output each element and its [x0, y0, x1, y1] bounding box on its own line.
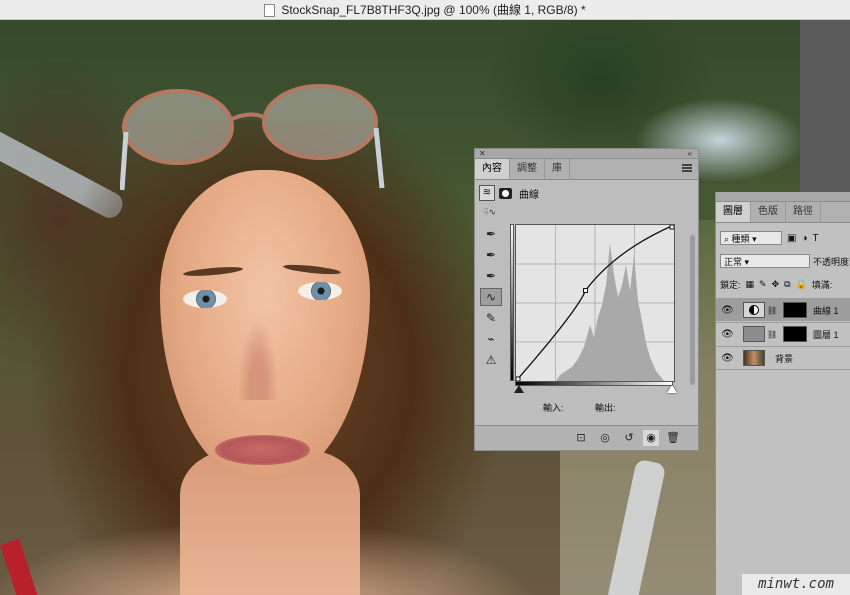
layer-filter-row: ⌕ 種類 ▾ ▣ ◑ T: [720, 230, 819, 246]
gray-point-eyedropper-icon[interactable]: ✒: [480, 246, 502, 264]
collapse-panel-icon[interactable]: «: [688, 149, 692, 158]
lips: [215, 435, 310, 465]
layer-thumbnail[interactable]: [743, 326, 765, 342]
toggle-visibility-icon[interactable]: ◉: [643, 430, 659, 446]
blend-mode-select[interactable]: 正常 ▾: [720, 254, 810, 268]
properties-scrollbar[interactable]: [690, 235, 695, 385]
targeted-adjust-icon[interactable]: ☟∿: [483, 207, 496, 218]
input-gradient: [515, 381, 673, 386]
pencil-draw-icon[interactable]: ✎: [480, 309, 502, 327]
eye-icon[interactable]: 👁: [721, 329, 735, 340]
input-label: 輸入:: [543, 403, 564, 413]
window-title: StockSnap_FL7B8THF3Q.jpg @ 100% (曲線 1, R…: [281, 3, 586, 17]
eye-icon[interactable]: 👁: [721, 353, 735, 364]
tab-paths[interactable]: 路徑: [786, 202, 821, 222]
layer-row-curves[interactable]: 👁 ⛓ 曲線 1: [716, 298, 850, 321]
right-eye: [298, 282, 342, 300]
properties-panel-strip: ✕ «: [475, 149, 698, 159]
edit-points-curve-icon[interactable]: ∿: [480, 288, 502, 306]
blend-mode-value: 正常: [724, 257, 743, 267]
layer-name: 圖層 1: [813, 329, 839, 340]
lock-artboard-icon[interactable]: ⧉: [784, 279, 790, 290]
curves-tools: ✒ ✒ ✒ ∿ ✎ ⌁ ⚠: [480, 225, 506, 372]
layer-row-layer1[interactable]: 👁 ⛓ 圖層 1: [716, 322, 850, 345]
type-filter-icon[interactable]: T: [813, 233, 819, 244]
white-point-slider[interactable]: [667, 385, 677, 393]
pixel-filter-icon[interactable]: ▣: [787, 233, 796, 244]
document-icon: [264, 4, 276, 17]
adjustment-filter-icon[interactable]: ◑: [801, 233, 807, 244]
curve-control-point[interactable]: [583, 288, 589, 294]
mask-thumbnail[interactable]: [783, 302, 807, 318]
layers-panel: 圖層 色版 路徑 ⌕ 種類 ▾ ▣ ◑ T 正常 ▾ 不透明度: 鎖定: ▦ ✎…: [715, 192, 850, 595]
properties-header: ≋ 曲線: [479, 185, 539, 201]
lock-image-icon[interactable]: ✎: [759, 279, 767, 290]
adjustment-thumbnail[interactable]: [743, 302, 765, 318]
left-eye: [183, 290, 227, 308]
tab-properties[interactable]: 內容: [475, 159, 510, 179]
curve-control-point[interactable]: [669, 225, 674, 230]
tab-layers[interactable]: 圖層: [716, 202, 751, 222]
tab-libraries[interactable]: 庫: [545, 159, 570, 179]
curves-graph[interactable]: [515, 224, 675, 382]
fill-label: 填滿:: [811, 280, 833, 290]
black-point-eyedropper-icon[interactable]: ✒: [480, 225, 502, 243]
layer-row-background[interactable]: 👁 背景: [716, 346, 850, 370]
layer-mask-icon[interactable]: [499, 187, 512, 199]
layer-filter-select[interactable]: ⌕ 種類 ▾: [720, 231, 782, 245]
lock-label: 鎖定:: [720, 280, 741, 290]
reset-adjustment-icon[interactable]: ↺: [621, 430, 637, 446]
close-panel-icon[interactable]: ✕: [479, 149, 486, 158]
properties-panel: ✕ « 內容 調整 庫 ≋ 曲線 ☟∿ ✒ ✒ ✒ ∿ ✎ ⌁ ⚠ 輸入: 輸出…: [474, 148, 699, 451]
clipping-warning-icon[interactable]: ⚠: [480, 351, 502, 369]
layer-name: 背景: [775, 353, 794, 364]
layers-panel-strip: [716, 192, 850, 202]
sunglasses: [120, 84, 385, 191]
window-titlebar: StockSnap_FL7B8THF3Q.jpg @ 100% (曲線 1, R…: [0, 0, 850, 20]
link-icon[interactable]: ⛓: [767, 306, 777, 315]
output-label: 輸出:: [595, 403, 616, 413]
white-point-eyedropper-icon[interactable]: ✒: [480, 267, 502, 285]
blend-row: 正常 ▾ 不透明度:: [720, 254, 850, 268]
lock-transparent-icon[interactable]: ▦: [746, 279, 755, 290]
background-thumbnail[interactable]: [743, 350, 765, 366]
view-previous-state-icon[interactable]: ◎: [597, 430, 613, 446]
delete-adjustment-icon[interactable]: 🗑: [665, 430, 681, 446]
clip-to-layer-icon[interactable]: ⊡: [573, 430, 589, 446]
adjustment-name: 曲線: [519, 189, 539, 201]
layer-name: 曲線 1: [813, 305, 839, 316]
lock-all-icon[interactable]: 🔒: [796, 279, 807, 290]
curves-adjustment-icon[interactable]: ≋: [479, 185, 495, 201]
properties-bottom-bar: ⊡ ◎ ↺ ◉ 🗑: [475, 425, 698, 450]
layer-filter-value: 種類: [731, 234, 750, 244]
properties-tabs: 內容 調整 庫: [475, 159, 698, 180]
watermark: minwt.com: [742, 574, 850, 595]
tab-channels[interactable]: 色版: [751, 202, 786, 222]
lock-position-icon[interactable]: ✥: [772, 279, 780, 290]
smooth-curve-icon[interactable]: ⌁: [480, 330, 502, 348]
mask-thumbnail[interactable]: [783, 326, 807, 342]
output-gradient: [510, 224, 514, 381]
lock-row: 鎖定: ▦ ✎ ✥ ⧉ 🔒 填滿:: [720, 278, 837, 291]
black-point-slider[interactable]: [514, 385, 524, 393]
tab-adjustments[interactable]: 調整: [510, 159, 545, 179]
eye-icon[interactable]: 👁: [721, 305, 735, 316]
link-icon[interactable]: ⛓: [767, 330, 777, 339]
panel-menu-icon[interactable]: [682, 164, 692, 172]
layers-tabs: 圖層 色版 路徑: [716, 202, 850, 223]
opacity-label: 不透明度:: [813, 256, 850, 267]
nose: [238, 320, 278, 400]
